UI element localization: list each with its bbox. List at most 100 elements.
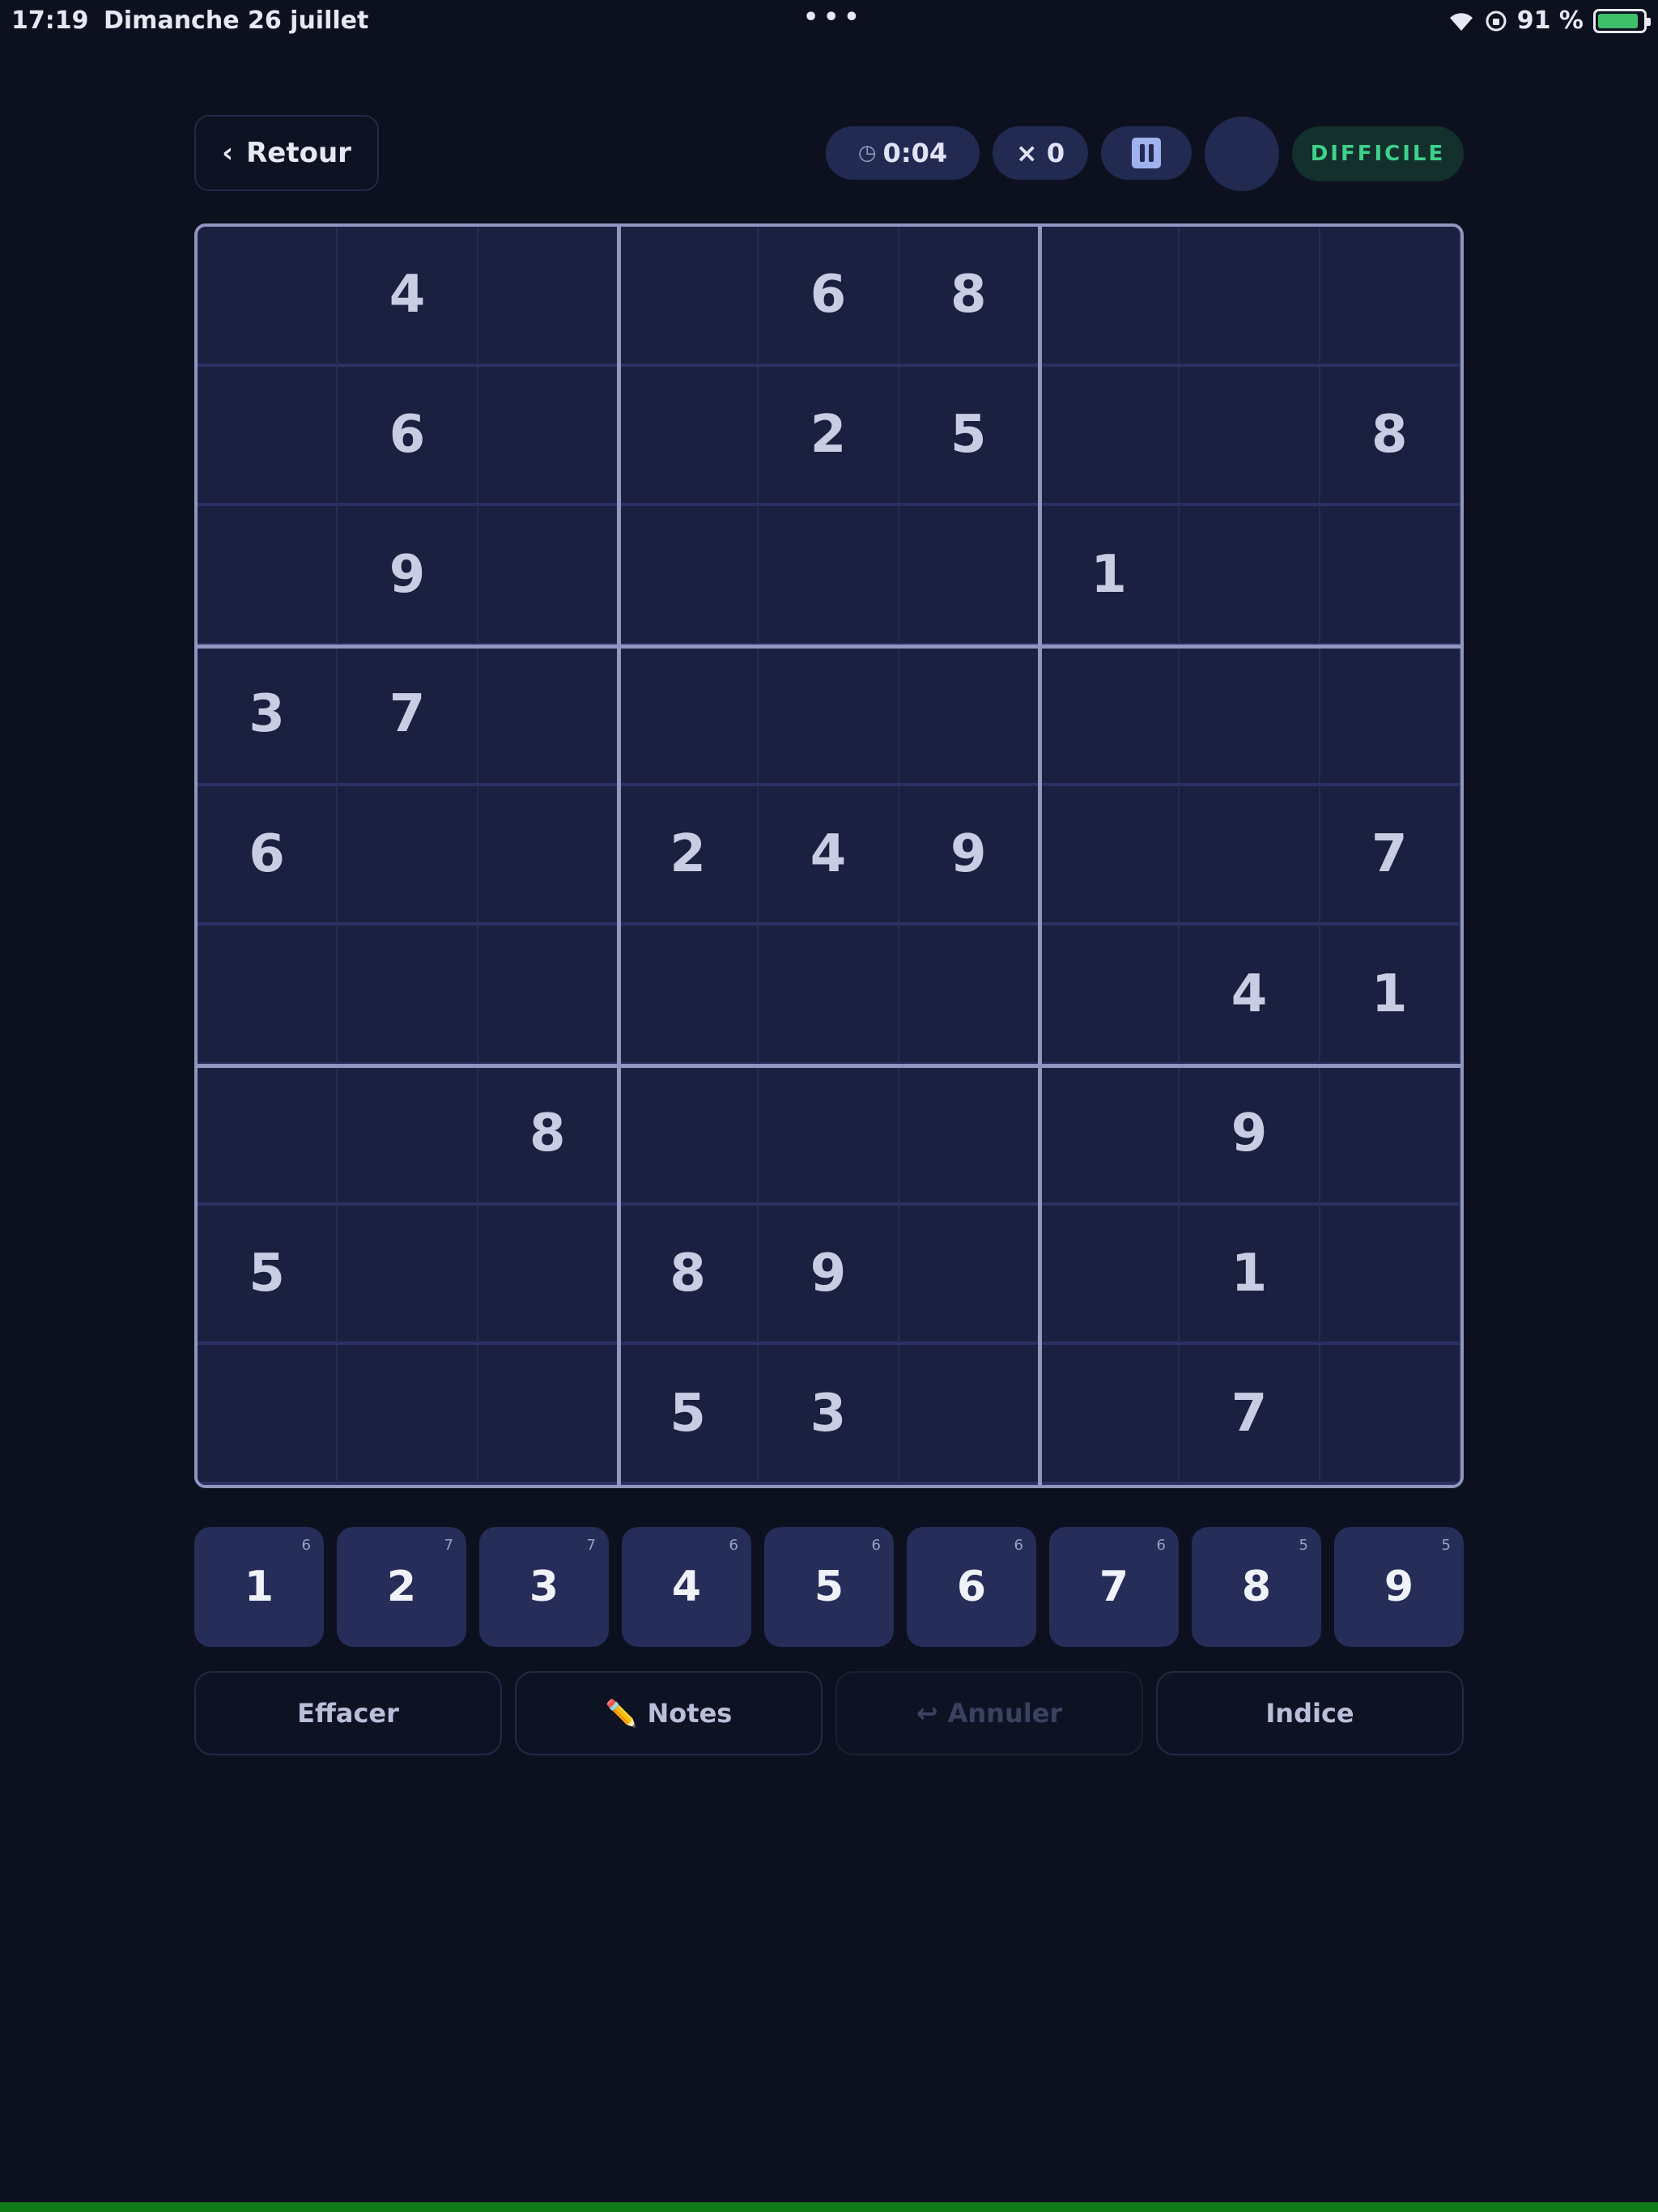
sudoku-cell[interactable] [198,366,338,507]
sudoku-cell[interactable] [1039,646,1180,786]
sudoku-cell[interactable]: 5 [619,1345,759,1485]
sudoku-cell[interactable] [619,366,759,507]
back-button[interactable]: ‹ Retour [194,115,379,191]
sudoku-cell[interactable] [619,506,759,646]
sudoku-cell[interactable] [1320,506,1460,646]
sudoku-cell[interactable]: 8 [619,1205,759,1346]
sudoku-cell[interactable] [198,227,338,367]
sudoku-cell[interactable]: 7 [1320,785,1460,926]
sudoku-cell[interactable]: 1 [1039,506,1180,646]
sudoku-cell[interactable] [619,227,759,367]
sudoku-cell[interactable] [1180,646,1320,786]
hint-button[interactable]: Indice [1156,1671,1464,1755]
number-button-5[interactable]: 56 [764,1527,894,1647]
sudoku-cell[interactable] [478,1345,619,1485]
sudoku-cell[interactable] [899,646,1039,786]
number-button-7[interactable]: 76 [1049,1527,1179,1647]
sudoku-cell[interactable] [759,646,899,786]
sudoku-cell[interactable]: 3 [198,646,338,786]
sudoku-cell[interactable] [198,506,338,646]
sudoku-cell[interactable] [1039,1205,1180,1346]
sudoku-cell[interactable]: 6 [759,227,899,367]
sudoku-cell[interactable] [1320,227,1460,367]
sudoku-cell[interactable] [899,1066,1039,1206]
sudoku-cell[interactable]: 2 [619,785,759,926]
sudoku-cell[interactable]: 4 [1180,925,1320,1066]
sudoku-cell[interactable] [1039,227,1180,367]
timer-badge: ◷ 0:04 [826,126,980,180]
sudoku-cell[interactable]: 1 [1320,925,1460,1066]
sudoku-cell[interactable] [1320,646,1460,786]
sudoku-cell[interactable]: 8 [1320,366,1460,507]
sudoku-cell[interactable]: 6 [338,366,478,507]
sudoku-cell[interactable] [478,366,619,507]
sudoku-cell[interactable]: 2 [759,366,899,507]
sudoku-cell[interactable]: 8 [899,227,1039,367]
sudoku-cell[interactable] [338,785,478,926]
number-button-2[interactable]: 27 [337,1527,466,1647]
sudoku-cell[interactable] [198,1066,338,1206]
sudoku-cell[interactable]: 7 [338,646,478,786]
sudoku-cell[interactable] [338,1345,478,1485]
sudoku-cell[interactable] [619,925,759,1066]
sudoku-cell[interactable] [1320,1345,1460,1485]
sudoku-cell[interactable] [478,785,619,926]
sudoku-cell[interactable] [478,925,619,1066]
sudoku-cell[interactable] [478,646,619,786]
number-button-3[interactable]: 37 [479,1527,609,1647]
sudoku-cell[interactable]: 1 [1180,1205,1320,1346]
undo-button[interactable]: ↩ Annuler [835,1671,1143,1755]
sudoku-cell[interactable] [198,925,338,1066]
sudoku-cell[interactable]: 5 [899,366,1039,507]
sudoku-cell[interactable] [338,925,478,1066]
number-button-4[interactable]: 46 [622,1527,751,1647]
sudoku-cell[interactable]: 9 [1180,1066,1320,1206]
number-button-9[interactable]: 95 [1334,1527,1464,1647]
sudoku-cell[interactable]: 5 [198,1205,338,1346]
sudoku-cell[interactable] [338,1066,478,1206]
pause-button[interactable] [1101,126,1192,180]
sudoku-cell[interactable] [619,646,759,786]
sudoku-cell[interactable] [198,1345,338,1485]
box-divider-vertical [1038,227,1042,1485]
sudoku-cell[interactable]: 4 [338,227,478,367]
sudoku-cell[interactable] [759,506,899,646]
sudoku-cell[interactable] [1039,1345,1180,1485]
sudoku-cell[interactable] [1039,785,1180,926]
sudoku-cell[interactable]: 3 [759,1345,899,1485]
erase-button[interactable]: Effacer [194,1671,502,1755]
sudoku-cell[interactable]: 9 [338,506,478,646]
sudoku-cell[interactable] [619,1066,759,1206]
sudoku-cell[interactable] [899,1345,1039,1485]
sudoku-cell[interactable] [899,1205,1039,1346]
sudoku-cell[interactable] [478,506,619,646]
multitasking-dots-icon[interactable]: ••• [803,3,865,32]
sudoku-cell[interactable]: 6 [198,785,338,926]
sudoku-cell[interactable] [1180,366,1320,507]
notes-button[interactable]: ✏️ Notes [515,1671,823,1755]
sudoku-cell[interactable] [1180,506,1320,646]
sudoku-cell[interactable]: 9 [899,785,1039,926]
sudoku-cell[interactable]: 9 [759,1205,899,1346]
sudoku-cell[interactable]: 7 [1180,1345,1320,1485]
number-button-1[interactable]: 16 [194,1527,324,1647]
sudoku-cell[interactable] [1039,366,1180,507]
sudoku-cell[interactable] [1039,925,1180,1066]
sudoku-cell[interactable] [1180,227,1320,367]
sudoku-cell[interactable]: 4 [759,785,899,926]
sudoku-cell[interactable] [478,1205,619,1346]
sudoku-cell[interactable] [1320,1205,1460,1346]
number-button-8[interactable]: 85 [1192,1527,1321,1647]
number-button-6[interactable]: 66 [907,1527,1036,1647]
sudoku-cell[interactable] [1039,1066,1180,1206]
sudoku-cell[interactable] [1320,1066,1460,1206]
avatar[interactable] [1205,117,1279,191]
sudoku-cell[interactable] [759,925,899,1066]
sudoku-cell[interactable] [899,925,1039,1066]
sudoku-cell[interactable] [759,1066,899,1206]
sudoku-cell[interactable] [338,1205,478,1346]
sudoku-cell[interactable] [478,227,619,367]
sudoku-cell[interactable]: 8 [478,1066,619,1206]
sudoku-cell[interactable] [1180,785,1320,926]
sudoku-cell[interactable] [899,506,1039,646]
